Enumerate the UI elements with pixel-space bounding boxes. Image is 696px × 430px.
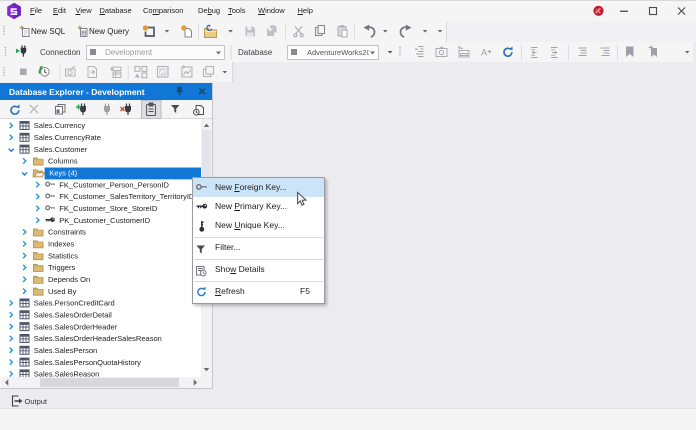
- svg-text:Sales.SalesOrderDetail: Sales.SalesOrderDetail: [34, 310, 112, 319]
- svg-text:PK_Customer_CustomerID: PK_Customer_CustomerID: [59, 216, 150, 225]
- svg-text:Depends On: Depends On: [48, 275, 90, 284]
- svg-text:Triggers: Triggers: [48, 263, 75, 272]
- svg-text:Sales.SalesOrderHeaderSalesRea: Sales.SalesOrderHeaderSalesReason: [34, 334, 162, 343]
- svg-text:FK_Customer_SalesTerritory_Ter: FK_Customer_SalesTerritory_TerritoryID: [59, 192, 195, 201]
- svg-text:Used By: Used By: [48, 287, 77, 296]
- svg-text:Statistics: Statistics: [48, 251, 78, 260]
- svg-text:Sales.Customer: Sales.Customer: [34, 145, 88, 154]
- svg-text:Sales.Currency: Sales.Currency: [34, 121, 86, 130]
- svg-text:Sales.SalesOrderHeader: Sales.SalesOrderHeader: [34, 322, 118, 331]
- svg-text:Sales.SalesPersonQuotaHistory: Sales.SalesPersonQuotaHistory: [34, 358, 141, 367]
- svg-text:Sales.CurrencyRate: Sales.CurrencyRate: [34, 133, 101, 142]
- svg-text:FK_Customer_Store_StoreID: FK_Customer_Store_StoreID: [59, 204, 158, 213]
- svg-text:Indexes: Indexes: [48, 240, 75, 249]
- svg-text:Sales.SalesPerson: Sales.SalesPerson: [34, 346, 97, 355]
- svg-text:FK_Customer_Person_PersonID: FK_Customer_Person_PersonID: [59, 180, 169, 189]
- svg-text:Keys (4): Keys (4): [49, 169, 77, 178]
- svg-text:Sales.PersonCreditCard: Sales.PersonCreditCard: [34, 299, 115, 308]
- svg-text:Constraints: Constraints: [48, 228, 86, 237]
- svg-text:A: A: [481, 48, 487, 58]
- svg-text:Columns: Columns: [48, 157, 78, 166]
